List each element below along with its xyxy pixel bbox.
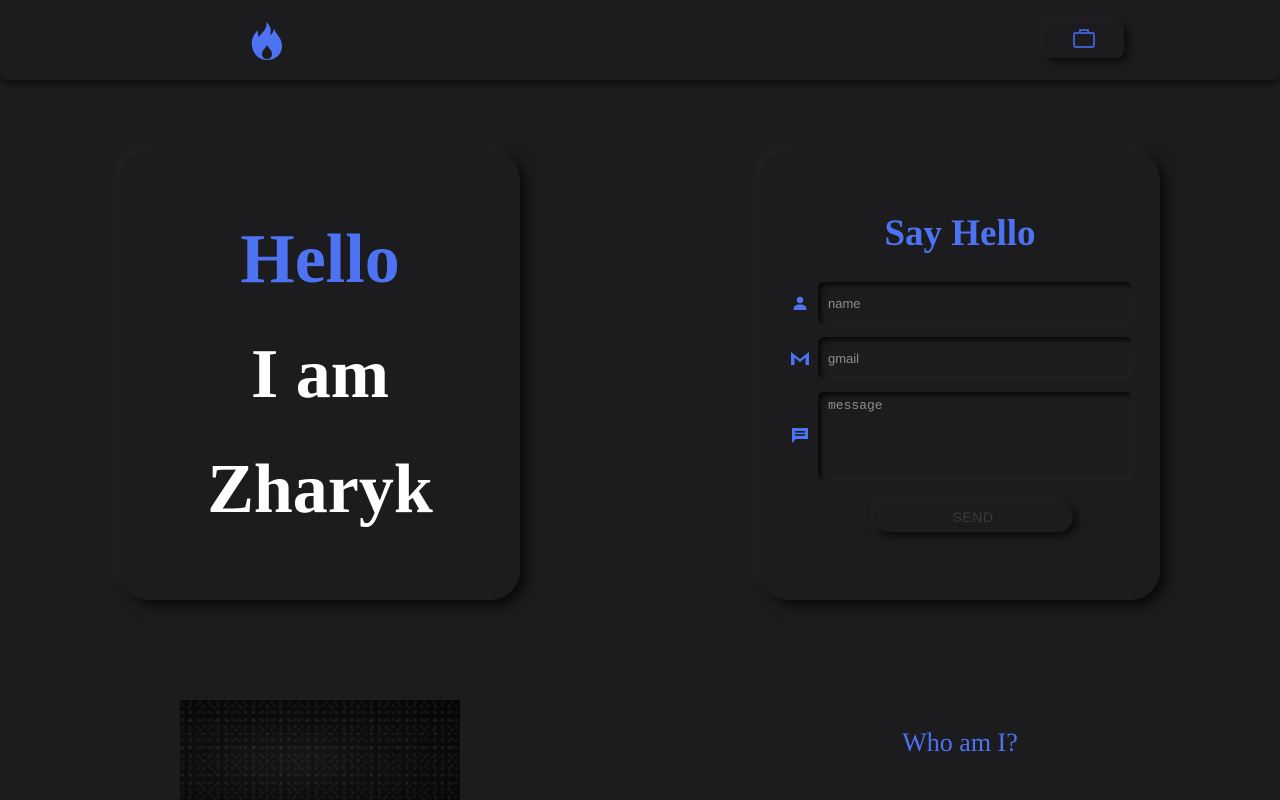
name-text: Zharyk <box>207 451 433 528</box>
message-input[interactable] <box>818 392 1132 480</box>
intro-card: Hello I am Zharyk <box>120 150 520 600</box>
send-button[interactable]: SEND <box>873 502 1073 532</box>
contact-form-card: Say Hello SEND <box>760 150 1160 600</box>
portfolio-button[interactable] <box>1044 21 1124 58</box>
briefcase-icon <box>1072 27 1096 53</box>
message-icon <box>790 425 810 445</box>
gmail-icon <box>790 348 810 368</box>
name-input[interactable] <box>818 282 1132 324</box>
person-icon <box>790 293 810 313</box>
form-title: Say Hello <box>884 213 1036 254</box>
i-am-text: I am <box>250 336 390 413</box>
flame-icon[interactable] <box>249 21 285 61</box>
profile-photo <box>180 700 460 800</box>
gmail-input[interactable] <box>818 337 1132 379</box>
about-heading: Who am I? <box>902 728 1018 757</box>
hello-text: Hello <box>240 221 400 298</box>
navbar <box>0 0 1280 80</box>
